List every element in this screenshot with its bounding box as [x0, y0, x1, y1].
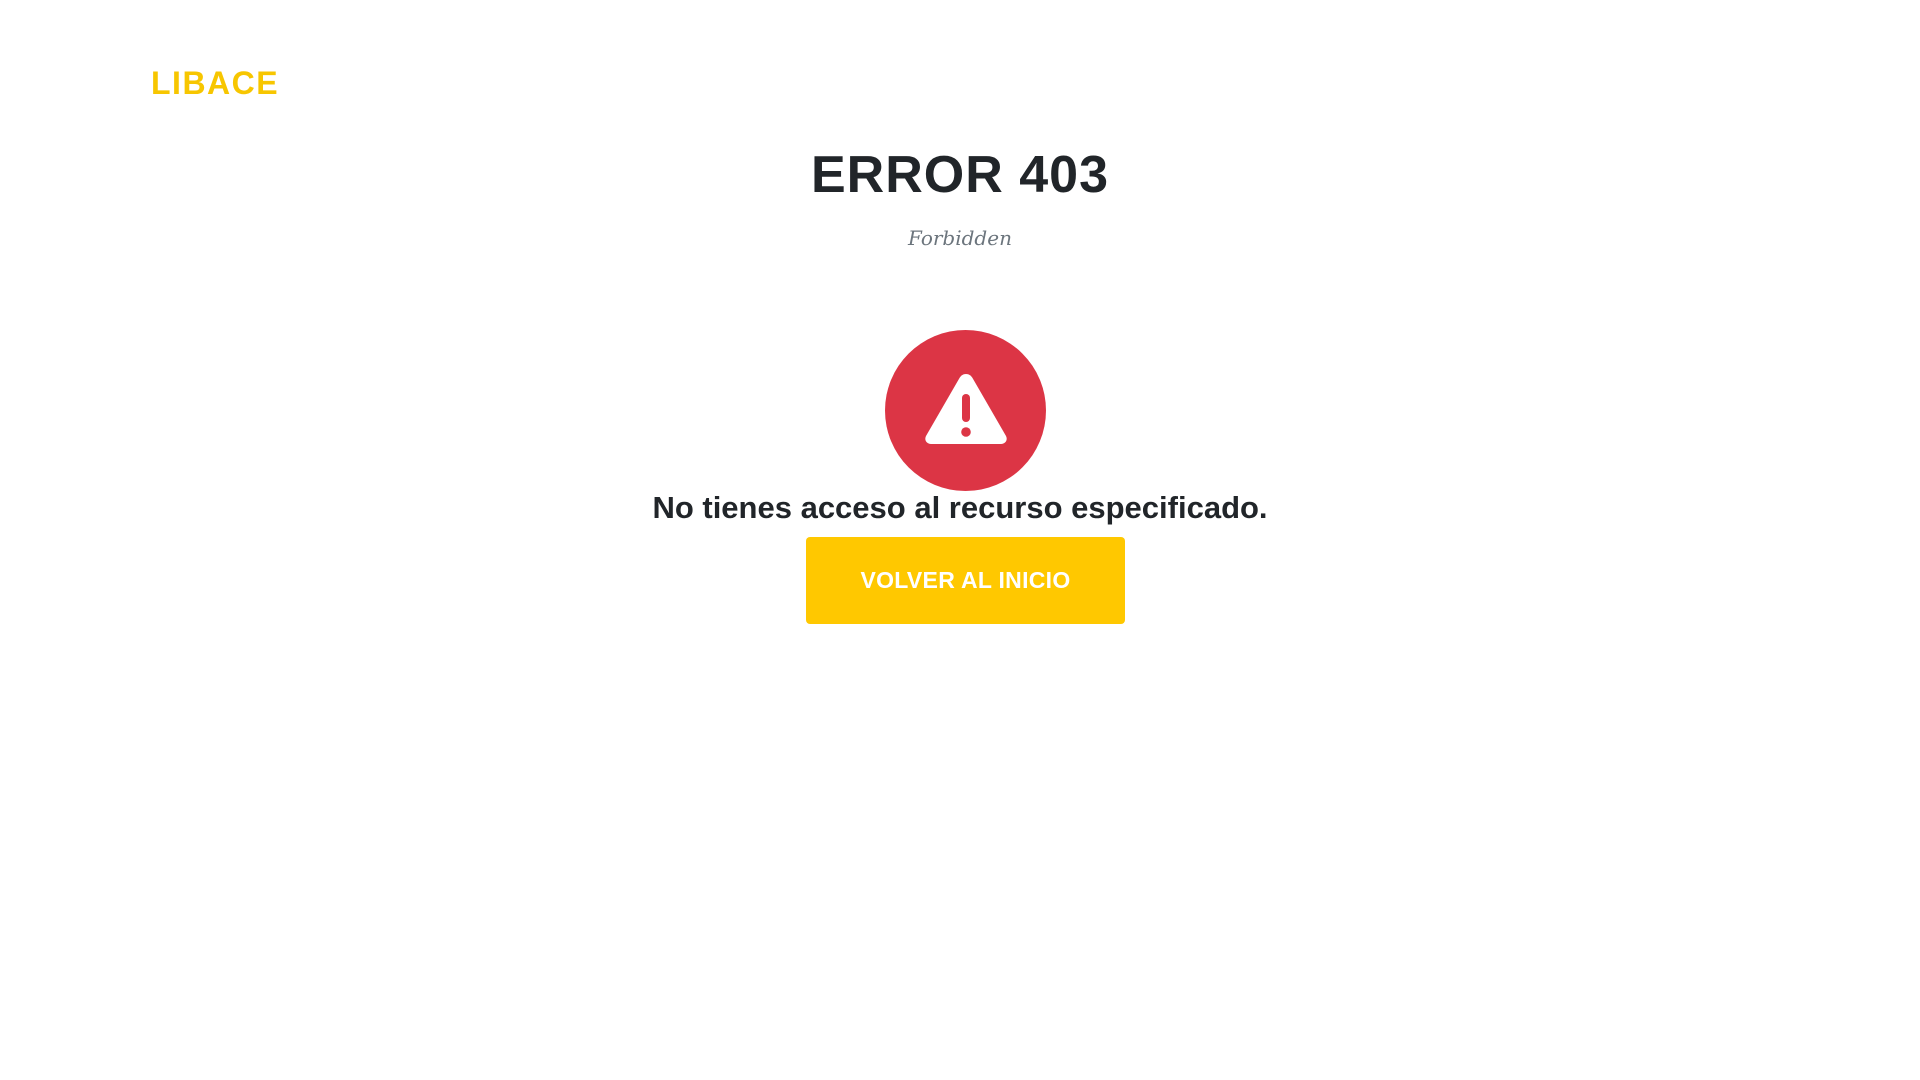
error-page: LIBACE ERROR 403 Forbidden No tienes acc… [0, 0, 1920, 1080]
brand-logo-link[interactable]: LIBACE [151, 62, 279, 104]
error-message: No tienes acceso al recurso especificado… [652, 490, 1268, 525]
error-title: ERROR 403 [811, 146, 1109, 204]
warning-triangle-icon [924, 373, 1007, 444]
error-subtitle: Forbidden [908, 226, 1012, 250]
back-home-button[interactable]: VOLVER AL INICIO [806, 537, 1125, 624]
warning-circle [885, 330, 1046, 491]
